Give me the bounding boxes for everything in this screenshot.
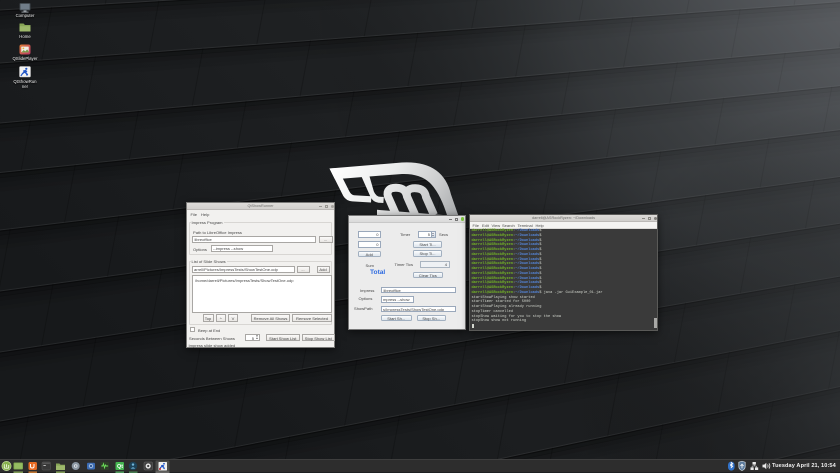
svg-text:Qt: Qt — [117, 464, 123, 470]
